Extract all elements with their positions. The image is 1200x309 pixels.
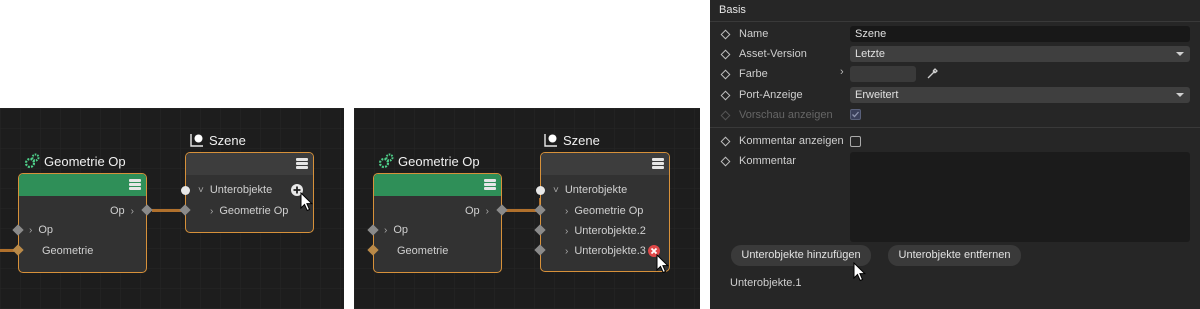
subobject-list-item[interactable]: Unterobjekte.1 [730,277,802,289]
name-field[interactable]: Szene [850,26,1190,42]
scene-node-title: Szene [189,132,246,148]
asset-version-dropdown[interactable]: Letzte [850,46,1190,62]
group-label: ˅ Unterobjekte [553,184,628,196]
geometry-node[interactable]: Op › › Op Geometrie [373,173,502,273]
geometry-node[interactable]: Op › › Op Geometrie [18,173,147,273]
input-port-op[interactable]: › Op [29,224,53,236]
child-row[interactable]: › Unterobjekte.3 [565,245,646,257]
section-title: Basis [719,4,746,16]
node-graph-after[interactable]: Geometrie Op Op › › Op Geometrie Szene ˅ Un… [354,108,700,309]
add-subobjects-button[interactable]: Unterobjekte hinzufügen [731,245,871,266]
group-label: ˅ Unterobjekte [198,184,273,196]
geometry-node-header[interactable] [19,174,146,196]
mouse-cursor-icon [300,192,314,212]
menu-icon[interactable] [652,158,664,170]
row-asset-version: Asset-Version [720,45,807,63]
menu-icon[interactable] [129,179,141,191]
show-comment-checkbox[interactable] [850,136,861,147]
keyframe-icon[interactable] [720,49,731,59]
divider [710,21,1200,22]
port-children-in[interactable] [536,186,545,195]
scene-node[interactable]: ˅ Unterobjekte › Geometrie Op [185,152,314,233]
input-port-op[interactable]: › Op [384,224,408,236]
mouse-cursor-icon [656,254,670,274]
menu-icon[interactable] [484,179,496,191]
scene-icon [190,134,203,147]
preview-checkbox [850,109,861,120]
row-port-display: Port-Anzeige [720,86,803,104]
child-row[interactable]: › Unterobjekte.2 [565,225,646,237]
keyframe-icon[interactable] [720,156,731,166]
geometry-node-title: Geometrie Op [24,153,126,169]
input-port-geometry[interactable]: Geometrie [42,245,93,257]
keyframe-icon[interactable] [720,29,731,39]
row-preview: Vorschau anzeigen [720,106,833,124]
divider [710,127,1200,128]
scene-node-title: Szene [543,132,600,148]
input-port-geometry[interactable]: Geometrie [397,245,448,257]
menu-icon[interactable] [296,158,308,170]
port-children-in[interactable] [181,186,190,195]
row-comment: Kommentar [720,152,796,170]
properties-panel: Basis Name Szene Asset-Version Letzte Fa… [710,0,1200,309]
scene-node-header[interactable] [186,153,313,175]
keyframe-icon[interactable] [720,90,731,100]
keyframe-icon[interactable] [720,69,731,79]
gears-icon [378,153,394,169]
scene-icon [544,134,557,147]
geometry-node-header[interactable] [374,174,501,196]
output-port-label: Op › [464,205,489,217]
output-port-label: Op › [109,205,134,217]
child-row[interactable]: › Geometrie Op [210,205,288,217]
expand-chevron-icon[interactable]: › [840,66,844,78]
geometry-node-title: Geometrie Op [378,153,480,169]
chevron-down-icon [1176,93,1184,97]
remove-subobjects-button[interactable]: Unterobjekte entfernen [888,245,1021,266]
eyedropper-icon[interactable] [926,66,940,80]
color-swatch[interactable] [850,66,916,82]
port-display-dropdown[interactable]: Erweitert [850,87,1190,103]
scene-node[interactable]: ˅ Unterobjekte › Geometrie Op › Unterobjekt… [540,152,670,272]
comment-textarea[interactable] [850,152,1190,242]
mouse-cursor-icon [853,262,867,282]
checkmark-icon [852,111,859,118]
scene-node-header[interactable] [541,153,669,175]
child-row[interactable]: › Geometrie Op [565,205,643,217]
node-graph-before[interactable]: Geometrie Op Op › › Op Geometrie Szene ˅ Un… [0,108,344,309]
row-name: Name [720,25,768,43]
gears-icon [24,153,40,169]
keyframe-icon[interactable] [720,136,731,146]
keyframe-icon [720,110,731,120]
row-color: Farbe [720,65,768,83]
chevron-down-icon [1176,52,1184,56]
row-show-comment: Kommentar anzeigen [720,132,844,150]
